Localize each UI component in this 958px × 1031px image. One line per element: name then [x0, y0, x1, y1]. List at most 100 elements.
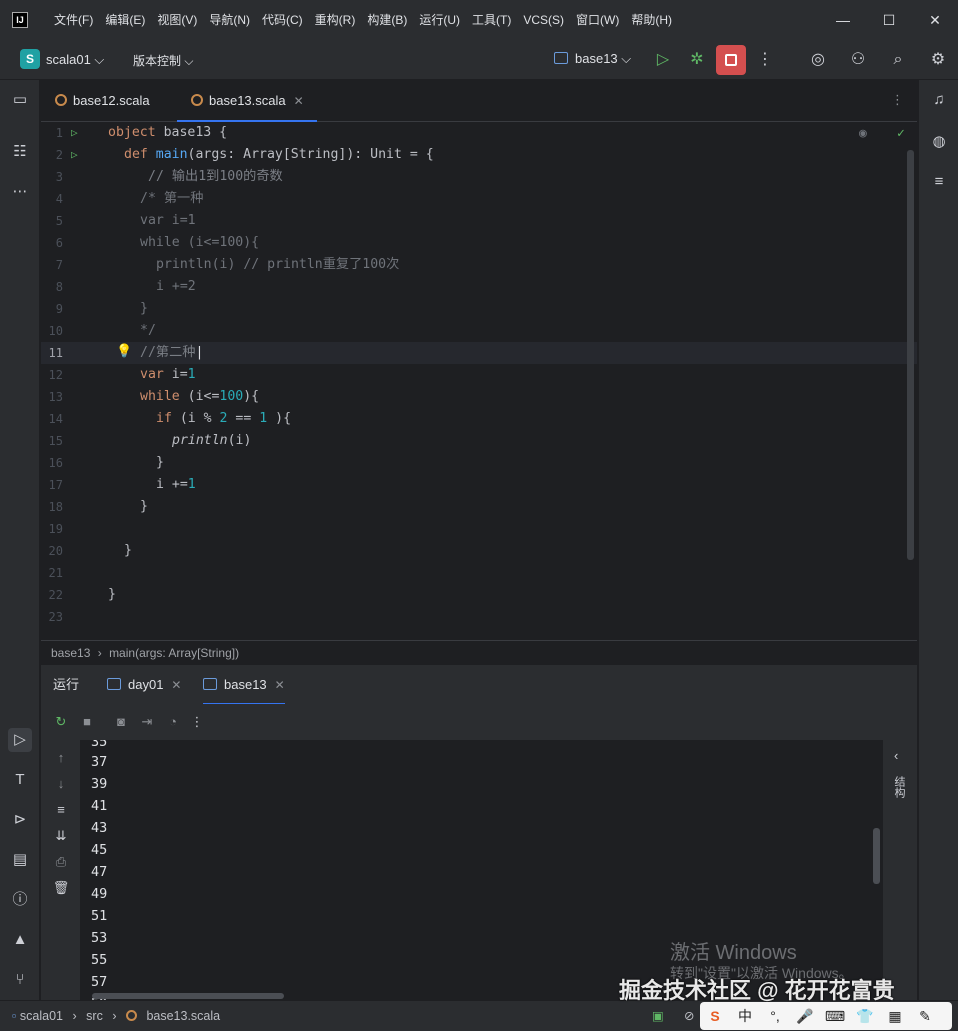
scala-file-icon: [55, 94, 67, 106]
line-number: 6: [55, 236, 63, 250]
tab-base13[interactable]: base13.scala ✕: [177, 80, 317, 122]
intellij-logo-icon[interactable]: IJ: [12, 12, 28, 28]
stop-icon: [725, 54, 737, 66]
code-editor[interactable]: 1 2 3 4 5 6 7 8 9 10 11 12 13 14 15 16 17 18 19 20 21 22 23 ▷ …: [41, 122, 917, 640]
breadcrumb-item[interactable]: main(args: Array[String]): [109, 646, 239, 660]
settings-gear-icon[interactable]: ⚙: [926, 48, 950, 72]
ime-language-toggle[interactable]: 中: [730, 1006, 760, 1026]
ime-skin-icon[interactable]: 👕: [850, 1008, 880, 1025]
run-icon[interactable]: ▷: [651, 48, 675, 72]
code-line: if (i % 2 == 1 ){: [156, 411, 292, 426]
line-number: 12: [48, 368, 63, 382]
run-tab-day01[interactable]: day01 ✕: [107, 665, 181, 705]
problems-icon[interactable]: ⓘ: [8, 888, 32, 912]
menu-edit[interactable]: 编辑(E): [99, 0, 151, 40]
status-indicator-icon[interactable]: ▣: [652, 1001, 664, 1031]
ai-chat-icon[interactable]: ◍: [927, 130, 951, 154]
menu-run[interactable]: 运行(U): [413, 0, 466, 40]
menu-help[interactable]: 帮助(H): [625, 0, 678, 40]
reader-mode-eye-icon[interactable]: ◉: [859, 126, 867, 141]
menu-refactor[interactable]: 重构(R): [309, 0, 362, 40]
run-tab-base13[interactable]: base13 ✕: [203, 665, 285, 705]
structure-side-label[interactable]: 结构: [893, 776, 907, 798]
ime-edit-icon[interactable]: ✎: [910, 1008, 940, 1025]
close-tab-icon[interactable]: ✕: [294, 94, 304, 108]
code-comment: // 输出1到100的奇数: [148, 169, 283, 184]
line-number: 7: [55, 258, 63, 272]
breadcrumb-item[interactable]: base13: [51, 646, 90, 660]
sogou-logo-icon[interactable]: S: [700, 1008, 730, 1024]
scroll-down-icon[interactable]: ↓: [51, 774, 71, 794]
todo-warning-icon[interactable]: ▲: [8, 928, 32, 952]
status-file[interactable]: base13.scala: [146, 1009, 220, 1023]
terminal-icon[interactable]: ▤: [8, 848, 32, 872]
no-problems-check-icon[interactable]: ✓: [897, 126, 905, 141]
close-window-button[interactable]: ✕: [912, 0, 958, 40]
menu-view[interactable]: 视图(V): [151, 0, 203, 40]
debug-icon[interactable]: ✲: [685, 48, 709, 72]
status-power-icon[interactable]: ⊘: [684, 1001, 694, 1031]
run-gutter-icon[interactable]: ▷: [71, 126, 78, 139]
run-config-selector[interactable]: base13 ⌵: [554, 51, 631, 67]
stop-button[interactable]: [716, 45, 746, 75]
run-gutter-icon[interactable]: ▷: [71, 148, 78, 161]
menu-build[interactable]: 构建(B): [361, 0, 413, 40]
ime-toolbar: S 中 °, 🎤 ⌨ 👕 ▦ ✎: [700, 1002, 952, 1030]
maximize-button[interactable]: ☐: [866, 0, 912, 40]
run-config-icon: [107, 678, 121, 690]
status-project[interactable]: scala01: [20, 1009, 63, 1023]
add-user-icon[interactable]: ⚇: [846, 48, 870, 72]
rerun-icon[interactable]: ↻: [51, 712, 71, 732]
menu-window[interactable]: 窗口(W): [570, 0, 625, 40]
project-badge[interactable]: S: [20, 49, 40, 69]
vcs-dropdown[interactable]: 版本控制 ⌵: [133, 52, 193, 69]
line-number: 15: [48, 434, 63, 448]
lightbulb-icon[interactable]: 💡: [116, 344, 132, 359]
menu-file[interactable]: 文件(F): [48, 0, 99, 40]
code-line: while (i<=100){: [140, 389, 260, 404]
menu-code[interactable]: 代码(C): [256, 0, 309, 40]
exit-icon[interactable]: ⇥: [137, 712, 157, 732]
line-number: 19: [48, 522, 63, 536]
clear-trash-icon[interactable]: 🗑: [51, 878, 71, 898]
ai-assistant-icon[interactable]: ◎: [806, 48, 830, 72]
ime-voice-icon[interactable]: 🎤: [790, 1008, 820, 1025]
menu-vcs[interactable]: VCS(S): [517, 0, 570, 40]
ime-punctuation-toggle[interactable]: °,: [760, 1008, 790, 1024]
more-icon[interactable]: ⋮: [753, 48, 777, 72]
more-run-icon[interactable]: ⋮: [187, 712, 207, 732]
minimize-button[interactable]: —: [820, 0, 866, 40]
print-icon[interactable]: ⎙: [51, 852, 71, 872]
notifications-bell-icon[interactable]: ♫: [927, 88, 951, 112]
services-icon[interactable]: ⊳: [8, 808, 32, 832]
status-src[interactable]: src: [86, 1009, 103, 1023]
scroll-to-end-icon[interactable]: ⇊: [51, 826, 71, 846]
ime-toolbox-icon[interactable]: ▦: [880, 1008, 910, 1025]
more-tools-icon[interactable]: ⋯: [8, 180, 32, 204]
close-tab-icon[interactable]: ✕: [275, 678, 285, 692]
structure-icon[interactable]: ☷: [8, 140, 32, 164]
menu-tools[interactable]: 工具(T): [466, 0, 517, 40]
git-branch-icon[interactable]: ⑂: [8, 968, 32, 992]
collapse-chevron-icon[interactable]: ‹: [894, 748, 898, 763]
output-line: 57: [91, 974, 108, 990]
database-icon[interactable]: ≡: [927, 170, 951, 194]
run-tool-icon[interactable]: ▷: [8, 728, 32, 752]
ime-keyboard-icon[interactable]: ⌨: [820, 1008, 850, 1025]
project-selector[interactable]: scala01 ⌵: [46, 52, 104, 68]
profiler-icon[interactable]: ◔: [163, 712, 183, 732]
build-hammer-icon[interactable]: T: [8, 768, 32, 792]
search-icon[interactable]: ⌕: [886, 48, 910, 72]
scroll-up-icon[interactable]: ↑: [51, 748, 71, 768]
editor-scrollbar[interactable]: [907, 150, 914, 560]
soft-wrap-icon[interactable]: ≡: [51, 800, 71, 820]
tab-base12[interactable]: base12.scala: [41, 80, 150, 122]
camera-icon[interactable]: ◙: [111, 712, 131, 732]
close-tab-icon[interactable]: ✕: [171, 678, 181, 692]
console-vertical-scrollbar[interactable]: [873, 828, 880, 884]
project-folder-icon[interactable]: ▭: [8, 88, 32, 112]
menu-navigate[interactable]: 导航(N): [203, 0, 256, 40]
tab-options-icon[interactable]: ⋮: [891, 92, 904, 108]
console-horizontal-scrollbar[interactable]: [92, 993, 284, 999]
stop-run-icon[interactable]: ■: [77, 712, 97, 732]
